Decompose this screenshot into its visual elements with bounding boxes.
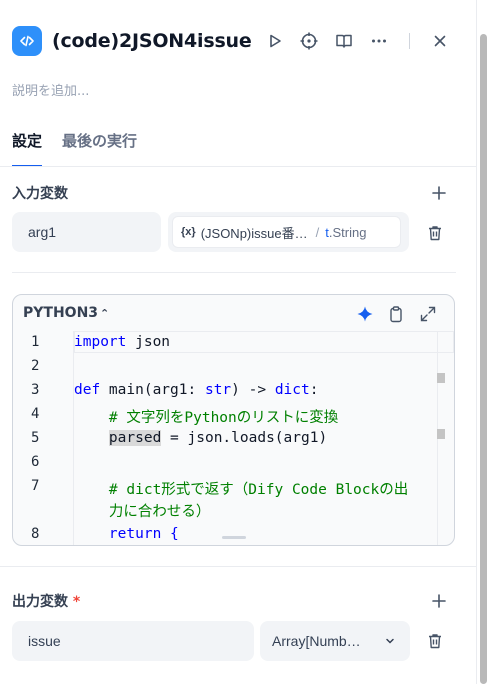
book-icon[interactable] xyxy=(332,29,356,53)
separator: / xyxy=(315,224,320,240)
chevron-updown-icon: ⌃ xyxy=(100,307,110,320)
line-number: 7 xyxy=(31,478,40,494)
line-number: 8 xyxy=(31,526,40,542)
code-line-wrap: 力に合わせる） xyxy=(74,504,211,520)
code-line: # dict形式で返す（Dify Code Blockの出 xyxy=(74,482,409,498)
language-label: PYTHON3 xyxy=(23,305,99,321)
code-area[interactable]: 1 import json 2 3 def main(arg1: str) ->… xyxy=(13,331,454,545)
keyword: dict xyxy=(274,382,310,398)
type-rest: .String xyxy=(328,224,367,240)
code-line: def main(arg1: str) -> dict: xyxy=(74,382,319,398)
tab-settings[interactable]: 設定 xyxy=(12,130,43,167)
keyword: import xyxy=(74,334,127,350)
line-number: 3 xyxy=(31,382,40,398)
delete-input-var-icon[interactable] xyxy=(426,224,444,242)
line-number: 5 xyxy=(31,430,40,446)
output-vars-label: 出力変数 * xyxy=(12,591,80,611)
section-divider xyxy=(0,566,476,567)
panel-header: (code)2JSON4issue xyxy=(12,25,464,57)
code-line: # 文字列をPythonのリストに変換 xyxy=(74,410,339,426)
code-line: parsed = json.loads(arg1) xyxy=(108,430,328,446)
close-icon[interactable] xyxy=(428,29,452,53)
sparkle-icon[interactable] xyxy=(356,305,374,323)
output-var-name: issue xyxy=(28,633,61,649)
output-vars-text: 出力変数 xyxy=(12,594,68,610)
code-line: import json xyxy=(74,334,171,350)
clipboard-icon[interactable] xyxy=(387,305,405,323)
input-var-name-field[interactable]: arg1 xyxy=(12,212,161,252)
header-divider xyxy=(409,33,410,49)
expand-icon[interactable] xyxy=(419,305,437,323)
keyword: def xyxy=(74,382,101,398)
line-number: 6 xyxy=(31,454,40,470)
var-reference-chip[interactable]: {x} (JSONp)issue番… / t.String xyxy=(172,216,401,248)
minimap-marker xyxy=(437,373,445,383)
crosshair-icon[interactable] xyxy=(297,29,321,53)
code-editor[interactable]: PYTHON3 ⌃ 1 import json 2 3 def main(arg1… xyxy=(12,294,455,546)
tab-last-run[interactable]: 最後の実行 xyxy=(62,130,137,167)
add-input-var-icon[interactable] xyxy=(430,184,448,202)
scrollbar[interactable] xyxy=(480,34,487,684)
chevron-down-icon xyxy=(384,634,396,650)
var-reference-name: (JSONp)issue番… xyxy=(200,225,308,241)
more-icon[interactable] xyxy=(367,29,391,53)
variable-icon: {x} xyxy=(181,226,196,238)
line-number: 1 xyxy=(31,334,40,350)
section-divider xyxy=(12,272,456,273)
input-vars-label: 入力変数 xyxy=(12,186,68,202)
minimap-marker xyxy=(437,429,445,439)
output-var-type-select[interactable]: Array[Numb… xyxy=(260,621,410,661)
input-var-reference[interactable]: {x} (JSONp)issue番… / t.String xyxy=(168,212,409,252)
tabs-divider xyxy=(0,166,476,167)
node-title[interactable]: (code)2JSON4issue xyxy=(52,30,252,52)
resize-handle[interactable] xyxy=(222,536,246,539)
language-select[interactable]: PYTHON3 ⌃ xyxy=(23,305,109,321)
editor-header: PYTHON3 ⌃ xyxy=(13,295,454,331)
tab-bar: 設定 最後の実行 xyxy=(12,130,157,167)
delete-output-var-icon[interactable] xyxy=(426,632,444,650)
node-panel: (code)2JSON4issue 説明を追加... 設定 最後の実行 入力変数… xyxy=(0,0,476,684)
add-output-var-icon[interactable] xyxy=(430,592,448,610)
code-icon xyxy=(12,26,42,56)
run-icon[interactable] xyxy=(263,29,287,53)
output-var-type: Array[Numb… xyxy=(272,633,361,649)
var-reference-type: t.String xyxy=(325,225,366,240)
description-input[interactable]: 説明を追加... xyxy=(12,80,89,99)
keyword: str xyxy=(204,382,232,398)
required-mark: * xyxy=(72,594,81,610)
line-number: 2 xyxy=(31,358,40,374)
line-number: 4 xyxy=(31,406,40,422)
word-highlight: parsed xyxy=(108,430,162,446)
output-var-name-field[interactable]: issue xyxy=(12,621,254,661)
input-var-name: arg1 xyxy=(28,224,57,240)
code-line: return { xyxy=(74,526,179,542)
